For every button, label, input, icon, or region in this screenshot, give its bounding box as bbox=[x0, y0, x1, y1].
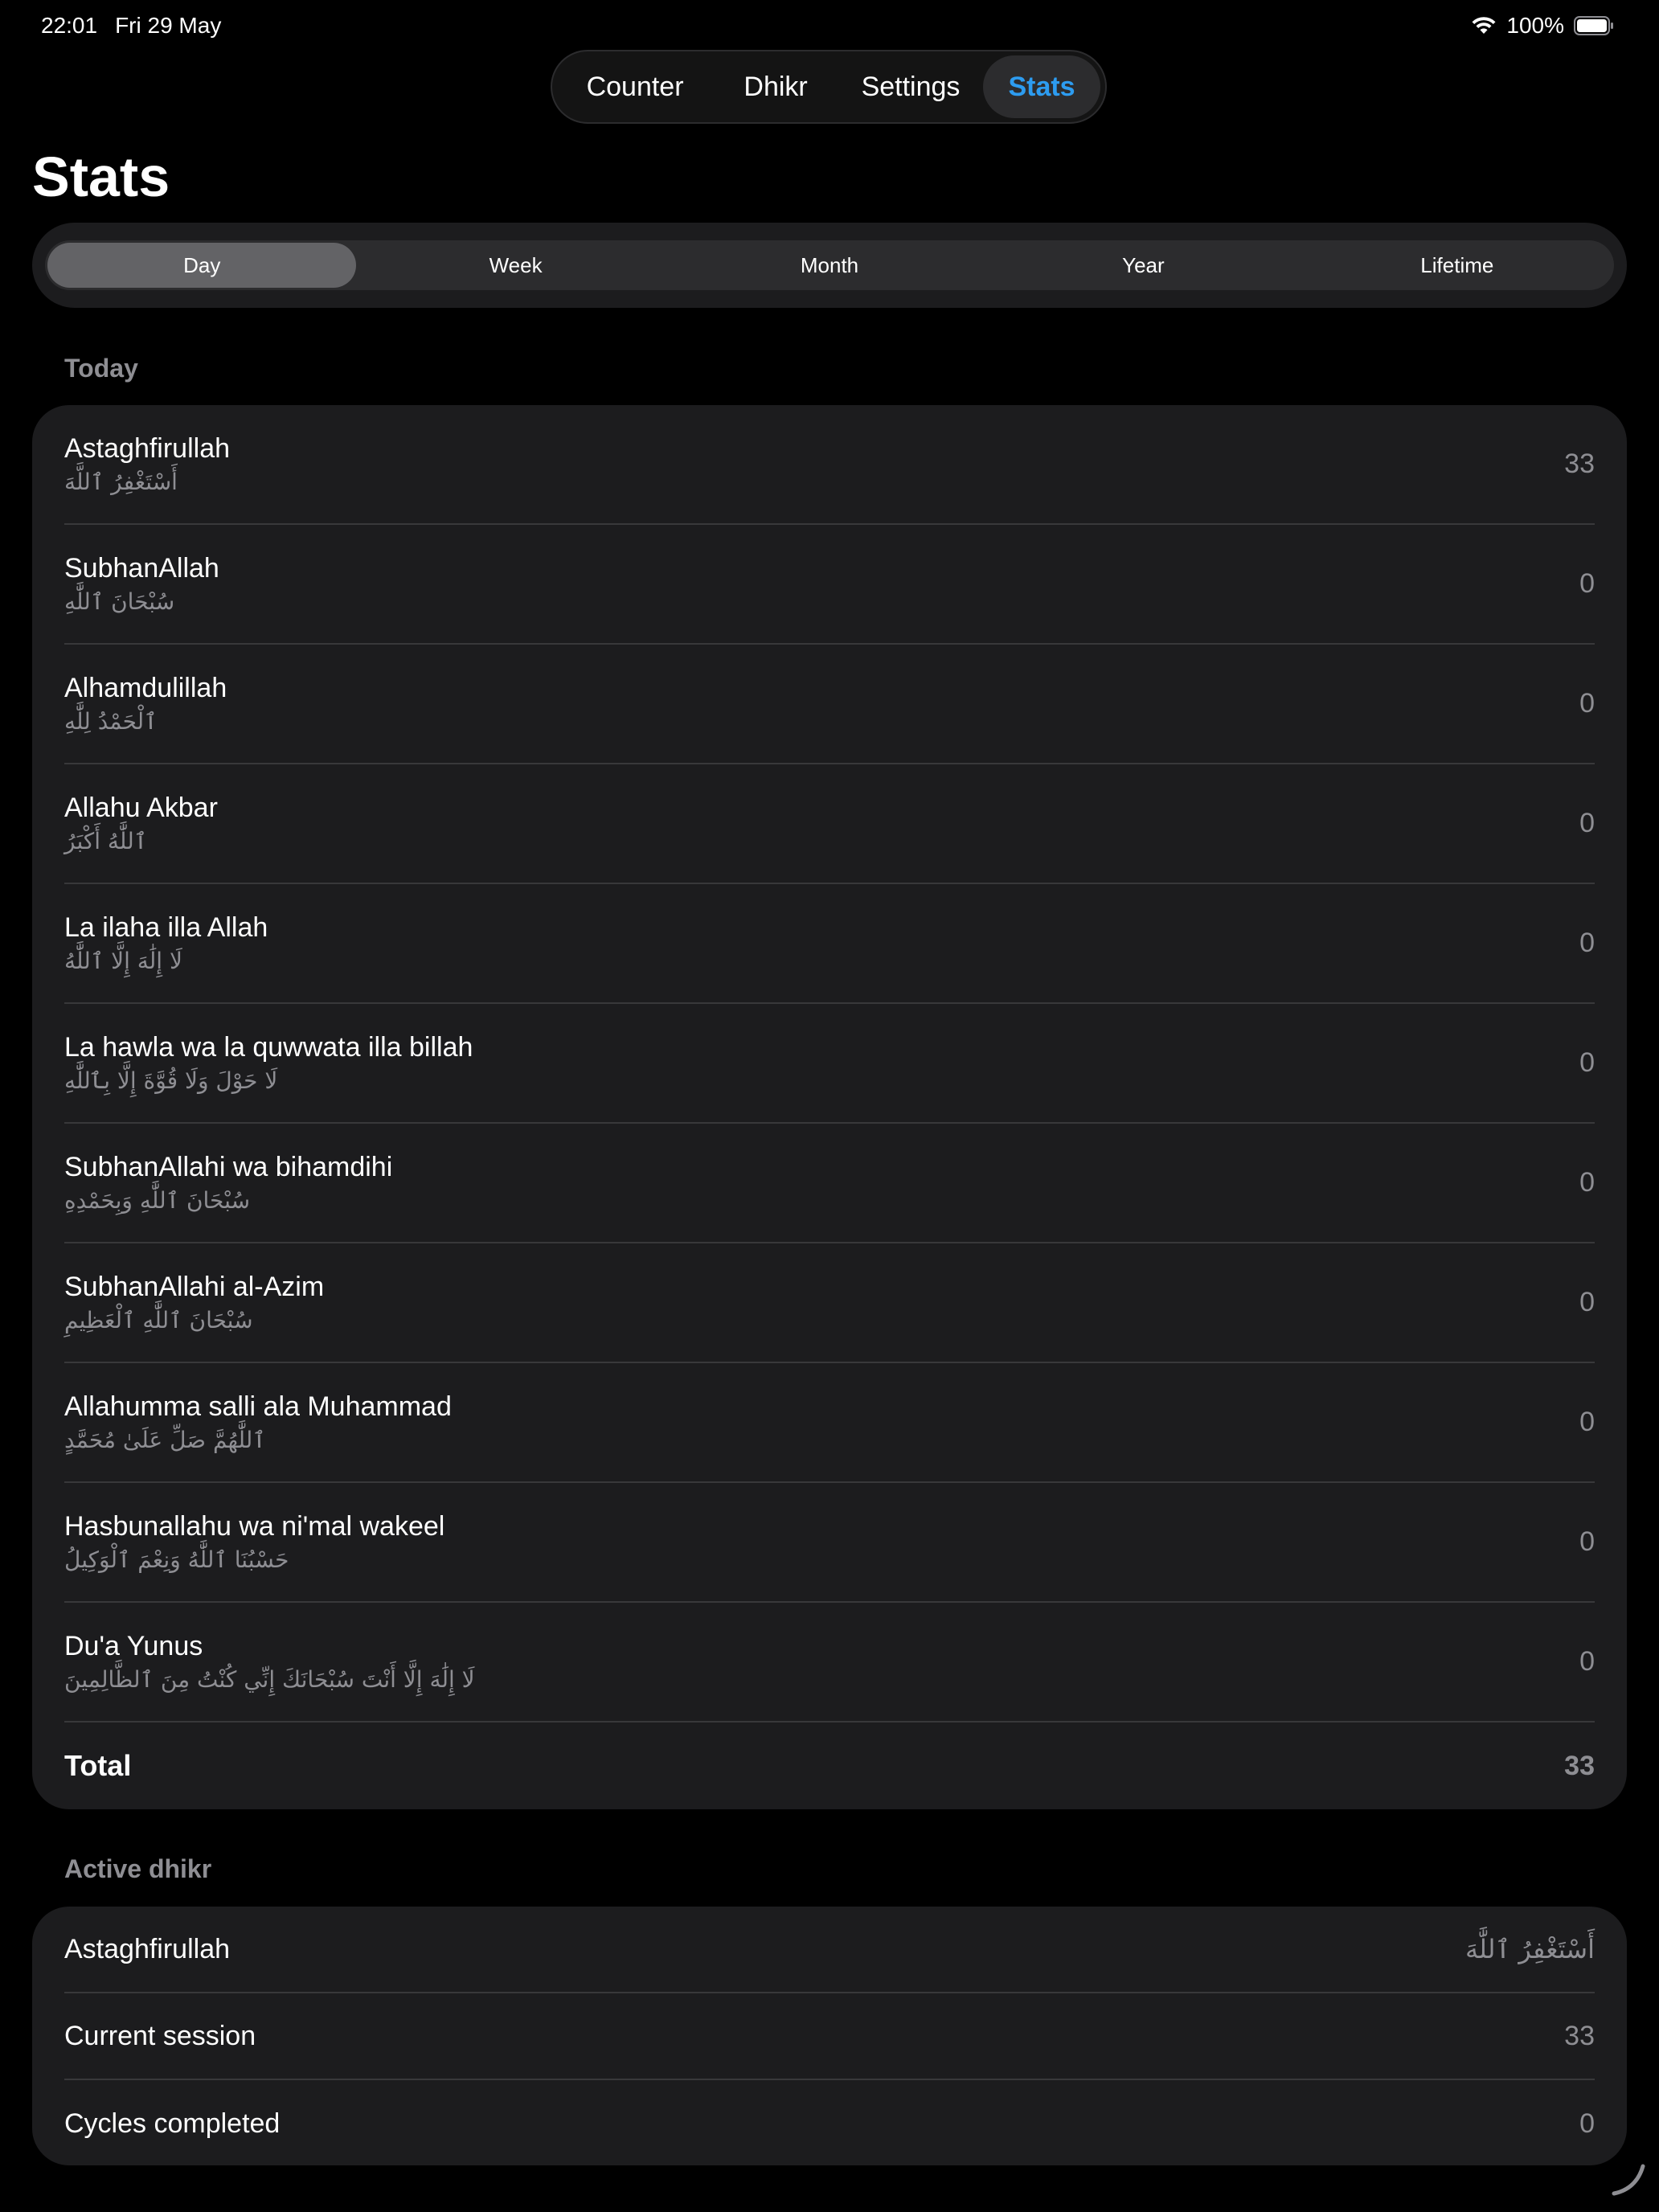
dhikr-arabic: حَسْبُنَا ٱللَّٰهُ وَنِعْمَ ٱلْوَكِيلُ bbox=[64, 1546, 289, 1573]
dhikr-count: 0 bbox=[1579, 1047, 1595, 1078]
dhikr-name: Allahu Akbar bbox=[64, 792, 218, 823]
dhikr-arabic: لَا حَوْلَ وَلَا قُوَّةَ إِلَّا بِٱللَّٰ… bbox=[64, 1067, 278, 1094]
dhikr-name: Alhamdulillah bbox=[64, 672, 227, 703]
active-dhikr-row: Astaghfirullah أَسْتَغْفِرُ ٱللَّٰهَ bbox=[64, 1907, 1595, 1993]
today-stats-card: Astaghfirullah أَسْتَغْفِرُ ٱللَّهَ 33 S… bbox=[32, 405, 1627, 1809]
dhikr-count: 0 bbox=[1579, 688, 1595, 719]
status-bar-left: 22:01 Fri 29 May bbox=[41, 11, 221, 40]
dhikr-arabic: ٱلْحَمْدُ لِلَّٰهِ bbox=[64, 707, 158, 735]
dhikr-name: Astaghfirullah bbox=[64, 432, 231, 464]
list-item: La ilaha illa Allah لَا إِلَٰهَ إِلَّا ٱ… bbox=[64, 884, 1595, 1004]
list-item: Astaghfirullah أَسْتَغْفِرُ ٱللَّهَ 33 bbox=[64, 405, 1595, 525]
dhikr-arabic: سُبْحَانَ ٱللَّٰهِ ٱلْعَظِيمِ bbox=[64, 1306, 253, 1333]
dhikr-count: 0 bbox=[1579, 928, 1595, 958]
period-segmented-control: Day Week Month Year Lifetime bbox=[32, 223, 1627, 308]
battery-icon bbox=[1574, 15, 1614, 36]
dhikr-count: 33 bbox=[1564, 449, 1595, 479]
battery-percentage: 100% bbox=[1506, 13, 1564, 38]
active-dhikr-card: Astaghfirullah أَسْتَغْفِرُ ٱللَّٰهَ Cur… bbox=[32, 1907, 1627, 2165]
total-row: Total 33 bbox=[64, 1722, 1595, 1809]
active-dhikr-name: Astaghfirullah bbox=[64, 1933, 231, 1964]
today-section-header: Today bbox=[64, 354, 138, 383]
current-session-label: Current session bbox=[64, 2020, 256, 2051]
list-item: Allahu Akbar ٱللَّٰهُ أَكْبَرُ 0 bbox=[64, 764, 1595, 884]
dhikr-arabic: أَسْتَغْفِرُ ٱللَّهَ bbox=[64, 468, 178, 495]
list-item: SubhanAllah سُبْحَانَ ٱللَّٰهِ 0 bbox=[64, 525, 1595, 645]
dhikr-count: 0 bbox=[1579, 1407, 1595, 1437]
tab-stats[interactable]: Stats bbox=[983, 55, 1100, 118]
segment-day[interactable]: Day bbox=[47, 243, 357, 288]
dhikr-name: SubhanAllahi wa bihamdihi bbox=[64, 1151, 393, 1182]
dhikr-name: SubhanAllah bbox=[64, 552, 219, 584]
dhikr-arabic: ٱللَّٰهُمَّ صَلِّ عَلَىٰ مُحَمَّدٍ bbox=[64, 1426, 266, 1453]
list-item: La hawla wa la quwwata illa billah لَا ح… bbox=[64, 1004, 1595, 1124]
list-item: SubhanAllahi al-Azim سُبْحَانَ ٱللَّٰهِ … bbox=[64, 1243, 1595, 1363]
segment-year[interactable]: Year bbox=[989, 243, 1297, 288]
tab-dhikr[interactable]: Dhikr bbox=[713, 55, 838, 118]
list-item: Hasbunallahu wa ni'mal wakeel حَسْبُنَا … bbox=[64, 1483, 1595, 1603]
dhikr-name: Hasbunallahu wa ni'mal wakeel bbox=[64, 1510, 445, 1542]
page-title: Stats bbox=[32, 145, 170, 208]
segment-month[interactable]: Month bbox=[675, 243, 984, 288]
list-item: SubhanAllahi wa bihamdihi سُبْحَانَ ٱللَ… bbox=[64, 1124, 1595, 1243]
top-tab-bar: Counter Dhikr Settings Stats bbox=[551, 50, 1107, 124]
dhikr-count: 0 bbox=[1579, 1526, 1595, 1557]
list-item: Du'a Yunus لَا إِلَٰهَ إِلَّا أَنْتَ سُب… bbox=[64, 1603, 1595, 1722]
dhikr-arabic: لَا إِلَٰهَ إِلَّا أَنْتَ سُبْحَانَكَ إِ… bbox=[64, 1665, 475, 1693]
list-item: Allahumma salli ala Muhammad ٱللَّٰهُمَّ… bbox=[64, 1363, 1595, 1483]
active-dhikr-section-header: Active dhikr bbox=[64, 1854, 212, 1883]
dhikr-count: 0 bbox=[1579, 1167, 1595, 1198]
resize-handle-icon[interactable] bbox=[1608, 2157, 1649, 2202]
segment-week[interactable]: Week bbox=[361, 243, 670, 288]
status-date: Fri 29 May bbox=[115, 13, 222, 38]
dhikr-arabic: ٱللَّٰهُ أَكْبَرُ bbox=[64, 827, 148, 854]
dhikr-arabic: سُبْحَانَ ٱللَّٰهِ وَبِحَمْدِهِ bbox=[64, 1186, 251, 1214]
tab-settings[interactable]: Settings bbox=[838, 55, 983, 118]
list-item: Alhamdulillah ٱلْحَمْدُ لِلَّٰهِ 0 bbox=[64, 645, 1595, 764]
cycles-completed-row: Cycles completed 0 bbox=[64, 2080, 1595, 2167]
dhikr-count: 0 bbox=[1579, 1287, 1595, 1317]
total-value: 33 bbox=[1564, 1750, 1595, 1781]
dhikr-arabic: سُبْحَانَ ٱللَّٰهِ bbox=[64, 588, 175, 615]
cycles-completed-label: Cycles completed bbox=[64, 2108, 281, 2139]
current-session-row: Current session 33 bbox=[64, 1993, 1595, 2080]
dhikr-count: 0 bbox=[1579, 808, 1595, 838]
cycles-completed-value: 0 bbox=[1579, 2108, 1595, 2139]
current-session-value: 33 bbox=[1564, 2020, 1595, 2051]
dhikr-name: Du'a Yunus bbox=[64, 1630, 203, 1661]
wifi-icon bbox=[1471, 16, 1497, 35]
status-time: 22:01 bbox=[41, 13, 98, 38]
active-dhikr-arabic: أَسْتَغْفِرُ ٱللَّٰهَ bbox=[1464, 1934, 1595, 1964]
dhikr-count: 0 bbox=[1579, 1646, 1595, 1677]
tab-counter[interactable]: Counter bbox=[557, 55, 713, 118]
status-bar-right: 100% bbox=[1471, 11, 1614, 40]
segment-lifetime[interactable]: Lifetime bbox=[1303, 243, 1612, 288]
dhikr-arabic: لَا إِلَٰهَ إِلَّا ٱللَّٰهُ bbox=[64, 947, 182, 974]
dhikr-name: La ilaha illa Allah bbox=[64, 911, 268, 943]
dhikr-name: SubhanAllahi al-Azim bbox=[64, 1271, 325, 1302]
total-label: Total bbox=[64, 1749, 132, 1782]
dhikr-name: La hawla wa la quwwata illa billah bbox=[64, 1031, 473, 1063]
dhikr-name: Allahumma salli ala Muhammad bbox=[64, 1391, 452, 1422]
dhikr-count: 0 bbox=[1579, 568, 1595, 599]
